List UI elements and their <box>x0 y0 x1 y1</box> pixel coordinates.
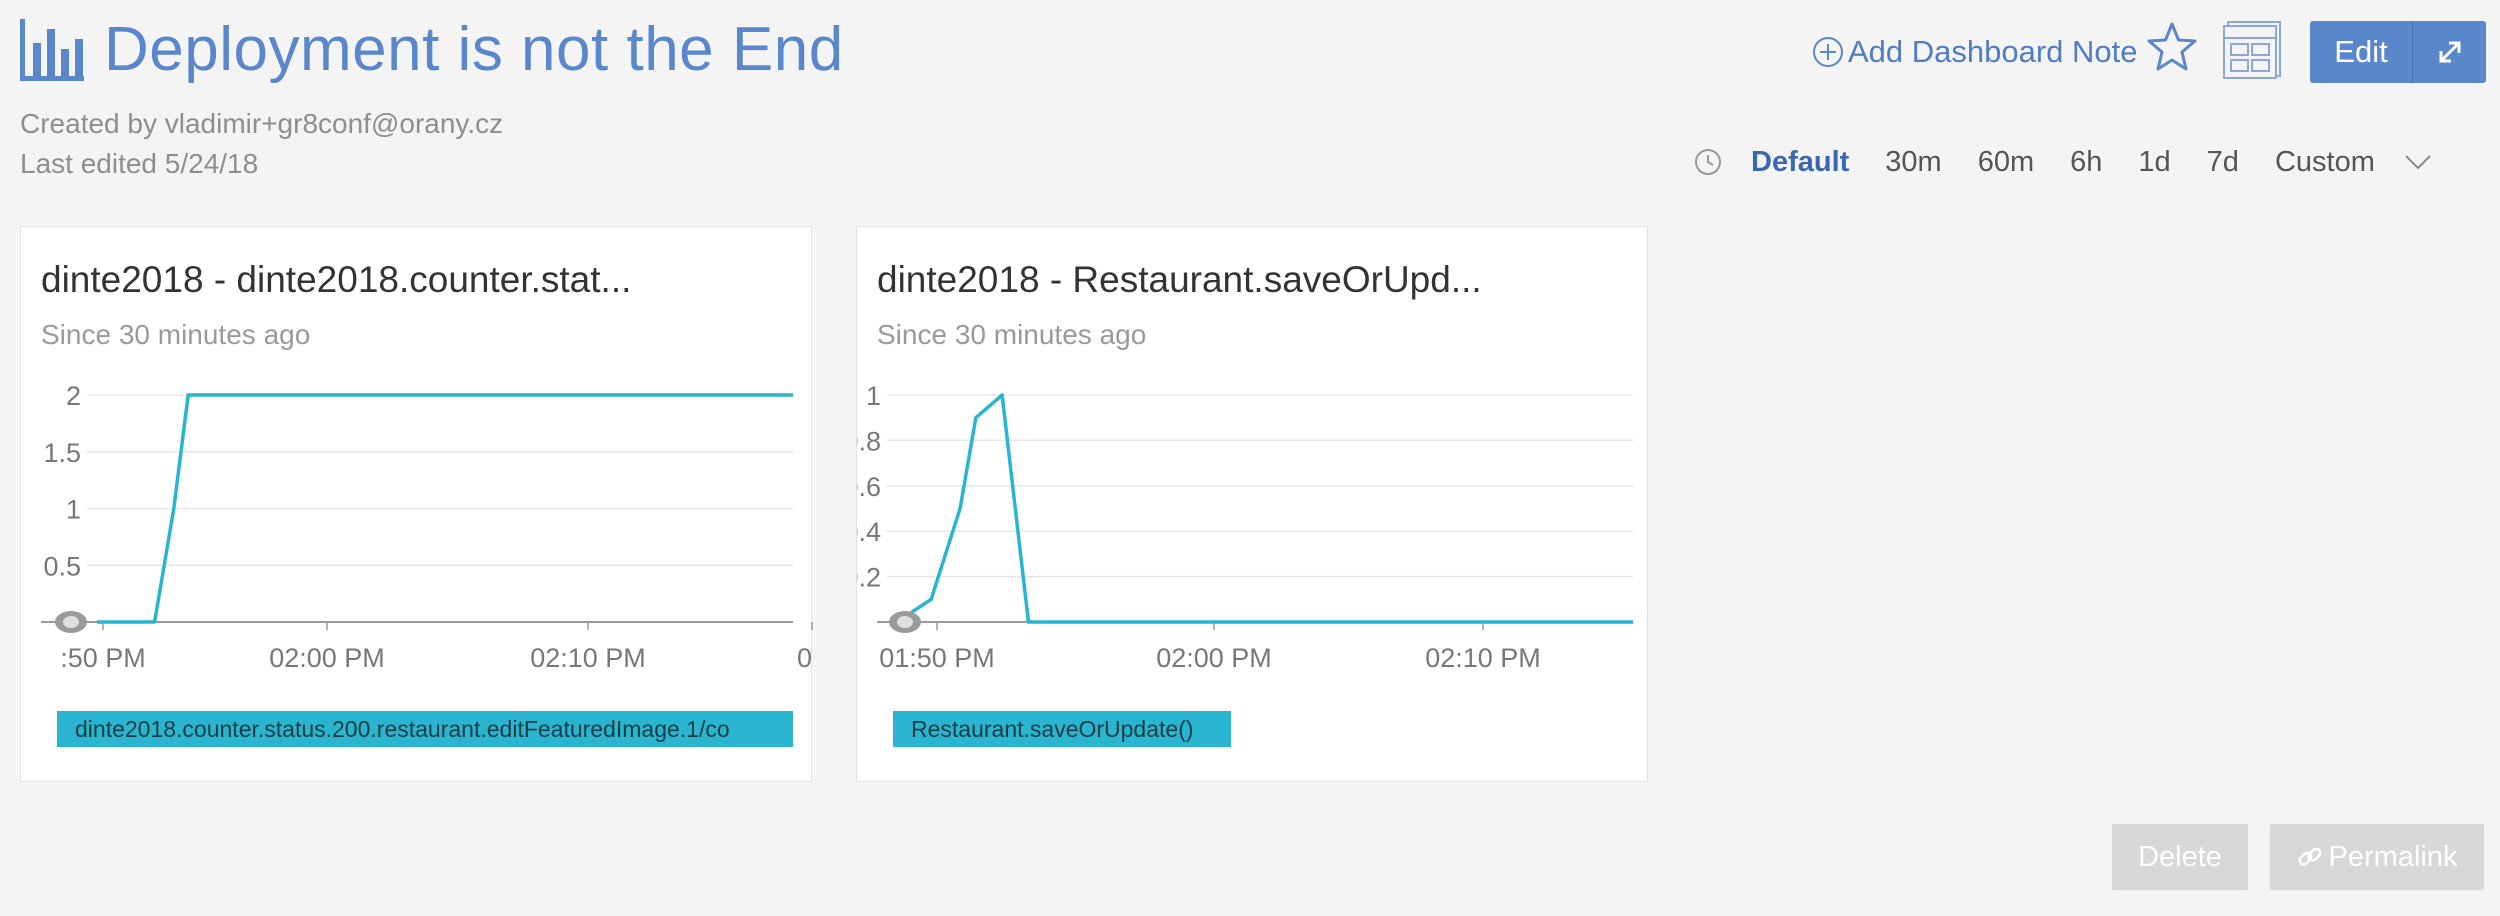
y-tick-label: 0.5 <box>43 551 81 581</box>
series-line[interactable] <box>896 393 1633 624</box>
plus-circle-icon <box>1813 37 1843 67</box>
x-tick-label: 02:10 PM <box>530 643 646 673</box>
bar-chart-icon <box>20 19 84 81</box>
permalink-label: Permalink <box>2328 840 2458 873</box>
dashboard-header: Deployment is not the End <box>18 12 844 88</box>
widget-subtitle: Since 30 minutes ago <box>41 319 311 350</box>
expand-icon <box>2439 41 2460 63</box>
y-tick-label: 1.5 <box>43 438 81 468</box>
x-tick-label: 02:00 PM <box>1156 643 1272 673</box>
y-tick-label: 1 <box>66 495 81 525</box>
y-tick-label: 0.4 <box>857 517 881 547</box>
time-brush-handle-icon[interactable] <box>889 611 921 633</box>
y-tick-label: 2 <box>66 381 81 411</box>
x-tick-label: :50 PM <box>60 643 146 673</box>
time-option-6h[interactable]: 6h <box>2070 146 2102 179</box>
time-option-1d[interactable]: 1d <box>2138 146 2170 179</box>
clock-icon <box>1695 149 1721 175</box>
y-tick-label: 0.2 <box>857 563 881 593</box>
x-tick-label: 01:50 PM <box>879 643 995 673</box>
created-by: Created by vladimir+gr8conf@orany.cz <box>20 108 504 139</box>
favorite-star-icon[interactable] <box>2144 20 2200 76</box>
time-range-picker: Default 30m 60m 6h 1d 7d Custom <box>1693 142 2433 182</box>
x-tick-label: 02:10 PM <box>1425 643 1541 673</box>
widget-title: dinte2018 - Restaurant.saveOrUpd... <box>877 259 1482 300</box>
x-tick-label: 0 <box>797 643 812 673</box>
line-chart: 0.2 0.4 0.6 0.8 1 01:50 PM 02:00 PM 02:10 PM <box>857 381 1633 673</box>
widget-title: dinte2018 - dinte2018.counter.stat... <box>41 259 632 300</box>
time-option-custom[interactable]: Custom <box>2275 146 2375 179</box>
series-legend[interactable]: Restaurant.saveOrUpdate() <box>893 711 1231 747</box>
time-option-default[interactable]: Default <box>1751 146 1849 179</box>
y-tick-label: 1 <box>866 381 881 411</box>
y-tick-label: 0.6 <box>857 472 881 502</box>
permalink-button[interactable]: Permalink <box>2270 824 2484 890</box>
widget-card[interactable]: 0.2 0.4 0.6 0.8 1 01:50 PM 02:00 PM 02:10 PM di… <box>856 226 1648 782</box>
page-title: Deployment is not the End <box>104 15 844 84</box>
time-option-30m[interactable]: 30m <box>1885 146 1941 179</box>
widget-subtitle: Since 30 minutes ago <box>877 319 1147 350</box>
x-tick-label: 02:00 PM <box>269 643 385 673</box>
time-option-60m[interactable]: 60m <box>1978 146 2034 179</box>
add-note-label: Add Dashboard Note <box>1848 34 2138 69</box>
edit-button-group: Edit <box>2310 21 2486 83</box>
delete-button[interactable]: Delete <box>2112 824 2248 890</box>
time-option-7d[interactable]: 7d <box>2207 146 2239 179</box>
add-dashboard-note-link[interactable]: Add Dashboard Note <box>1812 34 2138 70</box>
time-brush-handle-icon[interactable] <box>55 611 87 633</box>
line-chart: 0.5 1 1.5 2 :50 PM 02:00 PM 02:10 PM 0 <box>41 381 813 673</box>
dashboard-layout-icon[interactable] <box>2222 20 2282 80</box>
chevron-down-icon[interactable] <box>2403 153 2433 171</box>
edit-button[interactable]: Edit <box>2310 21 2413 83</box>
fullscreen-button[interactable] <box>2413 21 2486 83</box>
widget-card[interactable]: 0.5 1 1.5 2 :50 PM 02:00 PM 02:10 PM 0 dinte201… <box>20 226 813 782</box>
series-legend[interactable]: dinte2018.counter.status.200.restaurant.… <box>57 711 793 747</box>
y-tick-label: 0.8 <box>857 426 881 456</box>
last-edited: Last edited 5/24/18 <box>20 148 259 179</box>
link-icon <box>2297 847 2321 866</box>
